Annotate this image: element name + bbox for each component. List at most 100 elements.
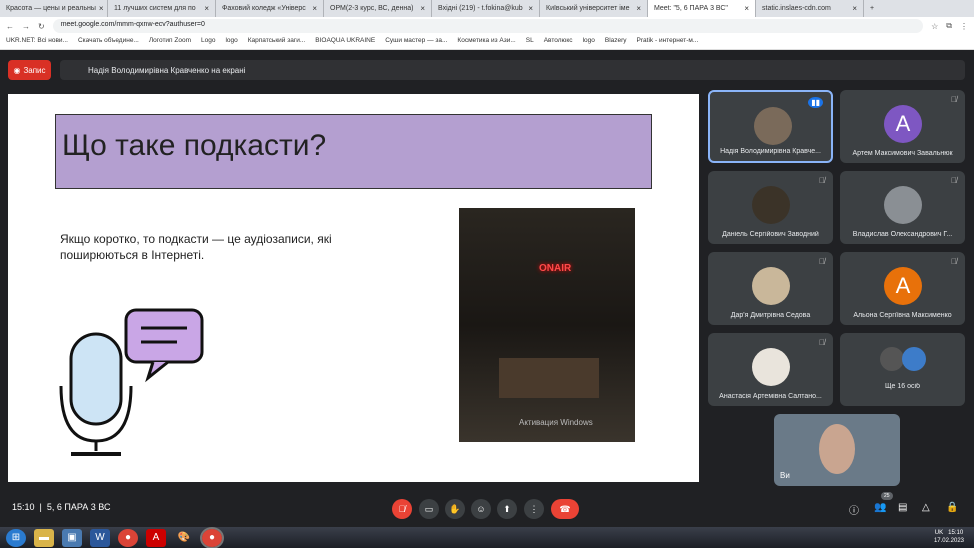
avatar bbox=[880, 347, 904, 371]
tab-3[interactable]: ОРМ(2-3 курс, ВС, денна) × bbox=[324, 0, 432, 17]
chrome-active-icon[interactable]: ● bbox=[200, 526, 224, 548]
windows-watermark: Активация Windows bbox=[519, 418, 593, 427]
bookmark[interactable]: Косметика из Ази... bbox=[457, 37, 515, 47]
bookmark[interactable]: BIOAQUA UKRAINE bbox=[315, 37, 375, 47]
bookmark[interactable]: logo bbox=[583, 37, 595, 47]
microphone-speech-icon bbox=[59, 308, 204, 456]
raise-hand-button[interactable]: ✋ bbox=[445, 499, 465, 519]
activities-icon[interactable]: △ bbox=[922, 502, 930, 513]
computer-icon[interactable]: ▣ bbox=[62, 528, 82, 547]
system-tray: UK 15:10 17.02.2023 bbox=[933, 530, 964, 544]
bookmark[interactable]: SL bbox=[526, 37, 534, 47]
bookmark[interactable]: Blazery bbox=[605, 37, 627, 47]
new-tab-button[interactable]: + bbox=[864, 0, 894, 17]
mic-off-icon: 🎙̸ bbox=[819, 176, 825, 185]
leave-call-button[interactable]: ☎ bbox=[551, 499, 579, 519]
emoji-button[interactable]: ☺ bbox=[471, 499, 491, 519]
record-icon: ◉ bbox=[13, 65, 21, 75]
slide-title: Що таке подкасти? bbox=[55, 114, 652, 189]
explorer-icon[interactable]: ▬ bbox=[34, 528, 54, 547]
participant-tile[interactable]: 🎙̸ Дар'я Дмитрівна Седова bbox=[708, 252, 833, 325]
tab-6-active[interactable]: Meet: "5, 6 ПАРА 3 ВС" × bbox=[648, 0, 756, 17]
mic-off-button[interactable]: 🎙̸ bbox=[392, 499, 412, 519]
more-options-button[interactable]: ⋮ bbox=[524, 499, 544, 519]
table bbox=[499, 358, 599, 398]
podcast-photo: ONAIR Активация Windows bbox=[459, 208, 635, 442]
avatar bbox=[752, 186, 790, 224]
avatar bbox=[884, 186, 922, 224]
meeting-info: 15:10 | 5, 6 ПАРА 3 ВС bbox=[12, 502, 111, 512]
windows-taskbar: ⊞ ▬ ▣ W ● A 🎨 ● UK 15:10 17.02.2023 bbox=[0, 526, 974, 548]
participant-tile[interactable]: 🎙̸ Владислав Олександрович Г... bbox=[840, 171, 965, 244]
recording-button[interactable]: ◉ Запис bbox=[8, 60, 51, 80]
close-icon[interactable]: × bbox=[99, 4, 104, 13]
acrobat-icon[interactable]: A bbox=[146, 528, 166, 547]
address-bar-row: ← → ↻ meet.google.com/mmm-qxnw-ecv?authuse… bbox=[0, 17, 974, 35]
tab-2[interactable]: Фаховий коледж «Універс × bbox=[216, 0, 324, 17]
participants-count-badge: 25 bbox=[881, 492, 893, 500]
mic-off-icon: 🎙̸ bbox=[819, 257, 825, 266]
slide-text: Якщо коротко, то подкасти — це аудіозапи… bbox=[60, 232, 332, 262]
chrome-icon[interactable]: ● bbox=[118, 528, 138, 547]
tab-0[interactable]: Красота — цены и реальны × bbox=[0, 0, 108, 17]
bookmark[interactable]: Карпатський заги... bbox=[248, 37, 305, 47]
browser-tab-bar: Красота — цены и реальны × 11 лучших сист… bbox=[0, 0, 974, 17]
close-icon[interactable]: × bbox=[312, 4, 317, 13]
extensions-icon[interactable]: ⧉ bbox=[946, 21, 952, 31]
participant-tile[interactable]: A 🎙̸ Артем Максимович Завальнюк bbox=[840, 90, 965, 163]
avatar bbox=[754, 107, 792, 145]
tab-5[interactable]: Київський університет іме × bbox=[540, 0, 648, 17]
mic-off-icon: 🎙̸ bbox=[951, 95, 957, 104]
participant-tile[interactable]: 🎙̸ Даніель Сергійович Заводний bbox=[708, 171, 833, 244]
bookmark[interactable]: Скачать объедине... bbox=[78, 37, 139, 47]
close-icon[interactable]: × bbox=[420, 4, 425, 13]
chat-icon[interactable]: ▤ bbox=[898, 502, 907, 513]
mic-off-icon: 🎙̸ bbox=[819, 338, 825, 347]
close-icon[interactable]: × bbox=[852, 4, 857, 13]
avatar: A bbox=[884, 105, 922, 143]
tab-1[interactable]: 11 лучших систем для по × bbox=[108, 0, 216, 17]
participant-tile[interactable]: ▮▮ Надія Володимирівна Кравче... bbox=[708, 90, 833, 163]
speaking-icon: ▮▮ bbox=[808, 97, 823, 108]
url-input[interactable]: meet.google.com/mmm-qxnw-ecv?authuser=0 bbox=[52, 19, 924, 33]
close-icon[interactable]: × bbox=[744, 4, 749, 13]
avatar bbox=[902, 347, 926, 371]
close-icon[interactable]: × bbox=[636, 4, 641, 13]
bookmark[interactable]: Суши мастер — за... bbox=[385, 37, 447, 47]
presentation-slide: Що таке подкасти? Якщо коротко, то подка… bbox=[8, 94, 699, 482]
avatar: A bbox=[884, 267, 922, 305]
info-icon[interactable]: ⓘ bbox=[849, 502, 859, 517]
word-icon[interactable]: W bbox=[90, 528, 110, 547]
menu-icon[interactable]: ⋮ bbox=[960, 22, 968, 31]
self-view[interactable]: Ви bbox=[774, 414, 900, 486]
bookmark[interactable]: logo bbox=[225, 37, 237, 47]
tab-4[interactable]: Вхідні (219) - t.fokina@kub × bbox=[432, 0, 540, 17]
close-icon[interactable]: × bbox=[204, 4, 209, 13]
paint-icon[interactable]: 🎨 bbox=[174, 529, 194, 547]
bookmarks-bar: UKR.NET: Всі нови... Скачать объедине... Л… bbox=[0, 35, 974, 50]
tab-7[interactable]: static.inslaes-cdn.com × bbox=[756, 0, 864, 17]
bookmark[interactable]: Автолюкс bbox=[544, 37, 573, 47]
on-air-sign: ONAIR bbox=[539, 263, 572, 274]
bookmark[interactable]: Логотип Zoom bbox=[149, 37, 191, 47]
mic-off-icon: 🎙̸ bbox=[951, 257, 957, 266]
bookmark[interactable]: Logo bbox=[201, 37, 215, 47]
star-icon[interactable]: ☆ bbox=[931, 22, 938, 31]
host-controls-icon[interactable]: 🔒 bbox=[946, 502, 958, 513]
participant-tile[interactable]: 🎙̸ Анастасія Артемівна Салтано... bbox=[708, 333, 833, 406]
participant-tile[interactable]: A 🎙̸ Альона Сергіївна Максименко bbox=[840, 252, 965, 325]
present-button[interactable]: ⬆ bbox=[497, 499, 517, 519]
bookmark[interactable]: Pratik - интернет-м... bbox=[637, 37, 699, 47]
reload-icon[interactable]: ↻ bbox=[38, 22, 45, 31]
back-icon[interactable]: ← bbox=[6, 22, 14, 31]
more-participants-tile[interactable]: Ще 16 осіб bbox=[840, 333, 965, 406]
people-icon[interactable]: 👥 bbox=[874, 502, 886, 513]
self-video bbox=[819, 424, 855, 474]
start-icon[interactable]: ⊞ bbox=[6, 528, 26, 547]
camera-button[interactable]: ▭ bbox=[419, 499, 439, 519]
forward-icon[interactable]: → bbox=[22, 22, 30, 31]
avatar bbox=[752, 348, 790, 386]
bookmark[interactable]: UKR.NET: Всі нови... bbox=[6, 37, 68, 47]
avatar bbox=[752, 267, 790, 305]
close-icon[interactable]: × bbox=[528, 4, 533, 13]
